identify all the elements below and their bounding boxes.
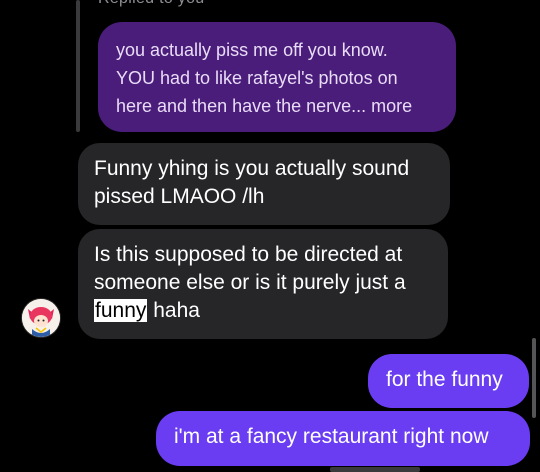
quoted-message-bubble[interactable]: you actually piss me off you know. YOU h… <box>98 22 456 132</box>
partial-message-edge <box>330 467 420 472</box>
quoted-message-line: YOU had to like rafayel's photos on <box>116 68 398 88</box>
message-line-tail: haha <box>147 299 200 322</box>
message-text: i'm at a fancy restaurant right now <box>174 425 489 448</box>
replied-to-you-label: Replied to you <box>98 0 205 8</box>
incoming-message-bubble[interactable]: Is this supposed to be directed at someo… <box>78 229 448 339</box>
sender-avatar[interactable] <box>22 299 60 337</box>
incoming-message-bubble[interactable]: Funny yhing is you actually sound pissed… <box>78 143 450 225</box>
message-line: Funny yhing is you actually sound <box>94 157 410 180</box>
message-line: funny haha <box>94 297 432 325</box>
highlighted-text-selection[interactable]: funny <box>94 299 148 322</box>
scrollbar[interactable] <box>532 338 536 418</box>
message-text: for the funny <box>386 368 503 391</box>
dm-thread: { "reply_header": { "label": "Replied to… <box>0 0 540 472</box>
outgoing-message-bubble[interactable]: i'm at a fancy restaurant right now <box>156 411 530 466</box>
outgoing-message-bubble[interactable]: for the funny <box>368 354 529 408</box>
message-line: pissed LMAOO /lh <box>94 185 265 208</box>
quoted-message-line: you actually piss me off you know. <box>116 40 388 60</box>
message-line: someone else or is it purely just a <box>94 271 406 294</box>
message-line: Is this supposed to be directed at <box>94 243 403 266</box>
reply-indicator-bar <box>76 0 80 132</box>
anime-character-avatar-icon <box>22 299 60 337</box>
quoted-message-line: here and then have the nerve... more <box>116 96 413 116</box>
